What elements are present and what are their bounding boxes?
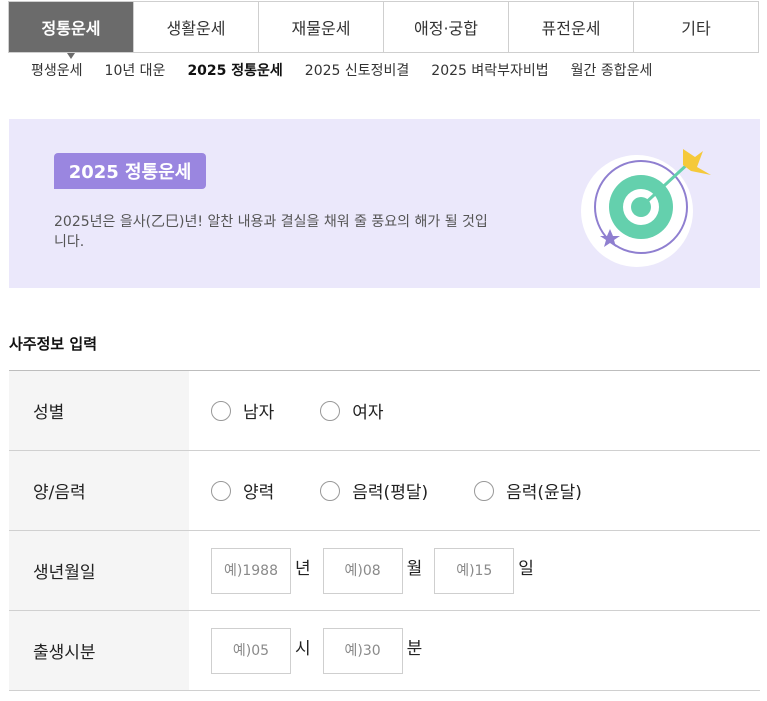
gender-female-radio[interactable]: 여자: [320, 398, 384, 423]
calendar-row: 양/음력 양력 음력(평달) 음력(윤달): [9, 451, 760, 531]
tab-life[interactable]: 생활운세: [133, 2, 258, 52]
calendar-label: 양/음력: [9, 451, 189, 530]
birthtime-label: 출생시분: [9, 611, 189, 690]
birth-hour-input[interactable]: [211, 627, 291, 674]
year-unit: 년: [295, 559, 311, 579]
section-title: 사주정보 입력: [9, 335, 98, 353]
hour-unit: 시: [295, 639, 311, 659]
subnav-item-monthly[interactable]: 월간 종합운세: [571, 60, 653, 80]
birthdate-label: 생년월일: [9, 531, 189, 610]
birthtime-row: 출생시분 시 분: [9, 611, 760, 691]
birth-day-input[interactable]: [434, 547, 515, 594]
subnav-item-10year[interactable]: 10년 대운: [105, 60, 166, 80]
gender-label: 성별: [9, 371, 189, 450]
day-unit: 일: [518, 559, 534, 579]
tab-jeongtong[interactable]: 정통운세: [9, 2, 133, 59]
subnav-item-2025-jeongtong[interactable]: 2025 정통운세: [187, 60, 282, 80]
calendar-lunar-leap-radio[interactable]: 음력(윤달): [474, 478, 582, 503]
month-unit: 월: [406, 559, 423, 579]
tab-fusion[interactable]: 퓨전운세: [508, 2, 633, 52]
subnav-item-2025-rich[interactable]: 2025 벼락부자비법: [431, 60, 548, 80]
birthdate-row: 생년월일 년 월 일: [9, 531, 760, 611]
calendar-solar-radio[interactable]: 양력: [211, 478, 274, 503]
banner-description: 2025년은 을사(乙巳)년! 알찬 내용과 결실을 채워 줄 풍요의 해가 될…: [54, 214, 488, 250]
gender-row: 성별 남자 여자: [9, 371, 760, 451]
main-tab-bar: 정통운세 생활운세 재물운세 애정·궁합 퓨전운세 기타: [8, 1, 759, 59]
tab-wealth[interactable]: 재물운세: [258, 2, 383, 52]
subnav-item-2025-tojeong[interactable]: 2025 신토정비결: [305, 60, 409, 80]
saju-form: 성별 남자 여자 양/음력 양력 음력(평달) 음력(윤달) 생년월일 예)19…: [9, 370, 760, 691]
radio-circle-icon[interactable]: [211, 400, 231, 421]
radio-circle-icon[interactable]: [320, 400, 341, 421]
radio-circle-icon[interactable]: [474, 480, 495, 501]
banner-badge: 2025 정통운세: [54, 153, 206, 189]
sub-navigation: 평생운세 10년 대운 2025 정통운세 2025 신토정비결 2025 벼락…: [31, 60, 674, 80]
birth-year-input[interactable]: [211, 547, 291, 594]
subnav-item-lifetime[interactable]: 평생운세: [31, 60, 83, 80]
tab-etc[interactable]: 기타: [633, 2, 758, 52]
radio-circle-icon[interactable]: [211, 480, 231, 501]
gender-male-radio[interactable]: 남자: [211, 398, 274, 423]
calendar-lunar-normal-radio[interactable]: 음력(평달): [320, 478, 428, 503]
minute-unit: 분: [406, 639, 423, 659]
birth-minute-input[interactable]: [322, 627, 403, 674]
birth-month-input[interactable]: [322, 547, 403, 594]
promo-banner: 2025 정통운세 2025년은 을사(乙巳)년! 알찬 내용과 결실을 채워 …: [9, 119, 760, 288]
target-icon: [581, 149, 711, 267]
tab-love[interactable]: 애정·궁합: [383, 2, 508, 52]
radio-circle-icon[interactable]: [320, 480, 341, 501]
